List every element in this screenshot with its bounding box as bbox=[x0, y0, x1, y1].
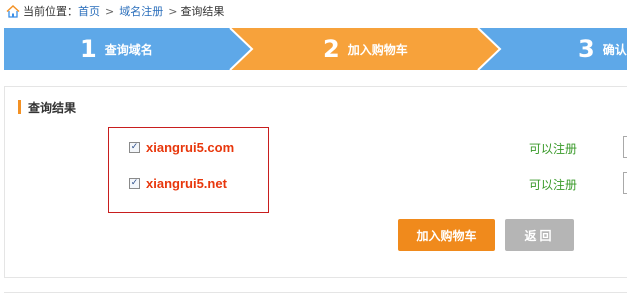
title-accent-bar bbox=[18, 100, 21, 114]
progress-steps: 1 查询域名 2 加入购物车 3 确认 bbox=[4, 28, 627, 70]
step-2-label: 加入购物车 bbox=[347, 42, 408, 57]
back-button[interactable]: 返回 bbox=[505, 219, 574, 251]
step-3: 3 确认 bbox=[578, 28, 627, 70]
breadcrumb: 当前位置： 首页 > 域名注册 > 查询结果 bbox=[6, 2, 224, 20]
panel-title: 查询结果 bbox=[18, 99, 76, 115]
breadcrumb-prefix: 当前位置： bbox=[23, 5, 78, 18]
domain-row: ✓ xiangrui5.net bbox=[129, 174, 227, 192]
add-to-cart-button[interactable]: 加入购物车 bbox=[398, 219, 495, 251]
step-2: 2 加入购物车 bbox=[323, 28, 408, 70]
panel-title-text: 查询结果 bbox=[28, 100, 77, 115]
home-icon bbox=[6, 4, 20, 18]
breadcrumb-separator: > bbox=[105, 4, 115, 18]
domain-list-highlight: ✓ xiangrui5.com ✓ xiangrui5.net bbox=[108, 127, 269, 213]
divider bbox=[4, 292, 627, 293]
domain-name: xiangrui5.com bbox=[146, 139, 235, 155]
period-select[interactable] bbox=[623, 172, 627, 194]
domain-checkbox[interactable]: ✓ bbox=[129, 177, 140, 189]
domain-name: xiangrui5.net bbox=[146, 175, 227, 191]
availability-status: 可以注册 bbox=[529, 142, 578, 156]
breadcrumb-current: 查询结果 bbox=[180, 5, 225, 18]
step-3-number: 3 bbox=[578, 35, 595, 63]
domain-row: ✓ xiangrui5.com bbox=[129, 138, 234, 156]
availability-status: 可以注册 bbox=[529, 178, 578, 192]
step-1: 1 查询域名 bbox=[80, 28, 153, 70]
step-1-number: 1 bbox=[80, 35, 97, 63]
step-1-label: 查询域名 bbox=[104, 42, 153, 57]
breadcrumb-home-link[interactable]: 首页 bbox=[78, 3, 100, 19]
period-select[interactable] bbox=[623, 136, 627, 158]
domain-checkbox[interactable]: ✓ bbox=[129, 141, 140, 153]
step-3-label: 确认 bbox=[602, 42, 627, 57]
breadcrumb-separator: > bbox=[168, 4, 178, 18]
result-panel: 查询结果 ✓ xiangrui5.com ✓ xiangrui5.net 可以注… bbox=[4, 86, 627, 278]
step-2-number: 2 bbox=[323, 35, 340, 63]
breadcrumb-domain-registration-link[interactable]: 域名注册 bbox=[119, 3, 163, 19]
